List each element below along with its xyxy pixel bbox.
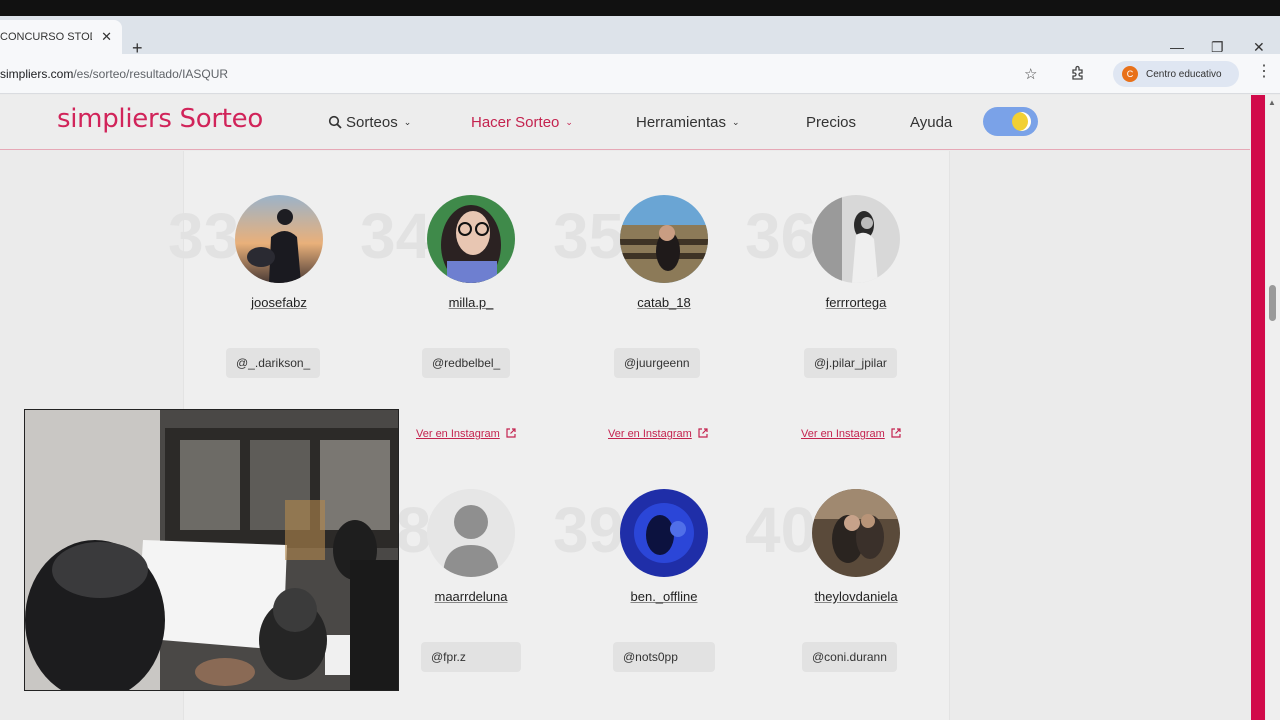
bookmark-star-icon[interactable]: ☆ — [1024, 65, 1037, 83]
view-on-instagram-link[interactable]: Ver en Instagram — [608, 428, 708, 440]
scroll-up-arrow-icon[interactable]: ▲ — [1268, 98, 1276, 107]
external-link-icon — [891, 428, 901, 438]
winner-handle: @redbelbel_ — [422, 348, 511, 378]
avatar — [812, 195, 900, 283]
browser-address-bar: simpliers.com/es/sorteo/resultado/IASQUR… — [0, 54, 1280, 94]
winner-name[interactable]: theylovdaniela — [760, 589, 952, 604]
avatar — [235, 195, 323, 283]
avatar — [620, 489, 708, 577]
minimize-icon[interactable]: — — [1170, 40, 1184, 54]
winner-handle: @coni.durann — [802, 642, 897, 672]
view-on-instagram-label: Ver en Instagram — [608, 428, 692, 440]
winner-number: 34 — [360, 200, 432, 272]
winner-card: 36 ferrrortega @j.pilar_jpilar Ver en In… — [745, 151, 952, 440]
browser-menu-icon[interactable]: ⋮ — [1256, 64, 1272, 80]
nav-precios[interactable]: Precios — [806, 114, 856, 131]
browser-tab[interactable]: CONCURSO STODA ✕ — [0, 20, 122, 54]
profile-chip[interactable]: C Centro educativo — [1113, 61, 1239, 87]
chevron-down-icon: ⌄ — [403, 117, 412, 127]
chevron-down-icon: ⌄ — [732, 117, 740, 127]
view-on-instagram-label: Ver en Instagram — [416, 428, 500, 440]
scrollbar-track[interactable] — [1266, 95, 1280, 720]
scrollbar-thumb[interactable] — [1269, 285, 1276, 321]
winner-name[interactable]: ben._offline — [568, 589, 760, 604]
view-on-instagram-label: Ver en Instagram — [801, 428, 885, 440]
sun-icon — [1012, 112, 1031, 131]
winner-name[interactable]: milla.p_ — [375, 295, 567, 310]
url-field[interactable]: simpliers.com/es/sorteo/resultado/IASQUR — [0, 67, 228, 81]
nav-hacer-sorteo[interactable]: Hacer Sorteo ⌄ — [471, 114, 573, 131]
tab-title: CONCURSO STODA — [0, 31, 92, 43]
url-host: simpliers.com — [0, 67, 74, 81]
winner-number: 39 — [553, 494, 625, 566]
page-accent-rail — [1251, 95, 1265, 720]
winner-handle: @j.pilar_jpilar — [804, 348, 897, 378]
profile-name: Centro educativo — [1146, 68, 1222, 80]
winner-name[interactable]: maarrdeluna — [375, 589, 567, 604]
avatar — [812, 489, 900, 577]
url-path: /es/sorteo/resultado/IASQUR — [73, 67, 229, 81]
winner-handle: @fpr.z — [421, 642, 521, 672]
avatar — [427, 195, 515, 283]
default-avatar-icon — [427, 489, 515, 577]
nav-herramientas-label: Herramientas — [636, 114, 727, 131]
close-window-icon[interactable]: ✕ — [1253, 40, 1265, 54]
view-on-instagram-link[interactable]: Ver en Instagram — [416, 428, 516, 440]
restore-icon[interactable]: ❐ — [1211, 40, 1224, 54]
winner-card: 40 theylovdaniela @coni.durann — [745, 445, 952, 685]
winner-name[interactable]: joosefabz — [183, 295, 375, 310]
winner-card: 34 milla.p_ @redbelbel_ Ver en Instagram — [360, 151, 567, 440]
site-header: simpliers Sorteo Sorteos ⌄ Hacer Sorteo ⌄ … — [0, 95, 1250, 150]
winner-number: 36 — [745, 200, 817, 272]
winner-card: 35 catab_18 @juurgeenn Ver en Instagram — [553, 151, 760, 440]
screen-top-bar — [0, 0, 1280, 16]
chevron-down-icon: ⌄ — [565, 117, 573, 127]
view-on-instagram-link[interactable]: Ver en Instagram — [801, 428, 901, 440]
winner-handle: @_.darikson_ — [226, 348, 321, 378]
winner-handle: @nots0pp — [613, 642, 715, 672]
nav-ayuda[interactable]: Ayuda — [910, 114, 952, 131]
tab-close-icon[interactable]: ✕ — [101, 29, 112, 45]
theme-toggle[interactable] — [983, 107, 1038, 136]
nav-herramientas[interactable]: Herramientas ⌄ — [636, 114, 740, 131]
winner-name[interactable]: catab_18 — [568, 295, 760, 310]
avatar — [620, 195, 708, 283]
search-icon — [328, 115, 342, 129]
nav-sorteos[interactable]: Sorteos ⌄ — [328, 114, 411, 131]
winner-card: 33 joosefabz @_.darikson_ — [168, 151, 375, 391]
nav-sorteos-label: Sorteos — [346, 114, 398, 131]
winner-number: 33 — [168, 200, 240, 272]
winner-number: 35 — [553, 200, 625, 272]
external-link-icon — [698, 428, 708, 438]
winner-handle: @juurgeenn — [614, 348, 700, 378]
profile-avatar: C — [1122, 66, 1138, 82]
winner-number: 40 — [745, 494, 817, 566]
winner-card: 38 maarrdeluna @fpr.z — [360, 445, 567, 685]
winner-name[interactable]: ferrrortega — [760, 295, 952, 310]
winner-card: 39 ben._offline @nots0pp — [553, 445, 760, 685]
nav-ayuda-label: Ayuda — [910, 114, 953, 131]
browser-tab-strip: CONCURSO STODA ✕ + — ❐ ✕ — [0, 16, 1280, 57]
webcam-overlay — [24, 409, 399, 691]
nav-hacer-sorteo-label: Hacer Sorteo — [471, 114, 560, 131]
nav-precios-label: Precios — [806, 114, 857, 131]
site-logo[interactable]: simpliers Sorteo — [57, 104, 263, 134]
external-link-icon — [506, 428, 516, 438]
extensions-icon[interactable] — [1070, 65, 1086, 81]
